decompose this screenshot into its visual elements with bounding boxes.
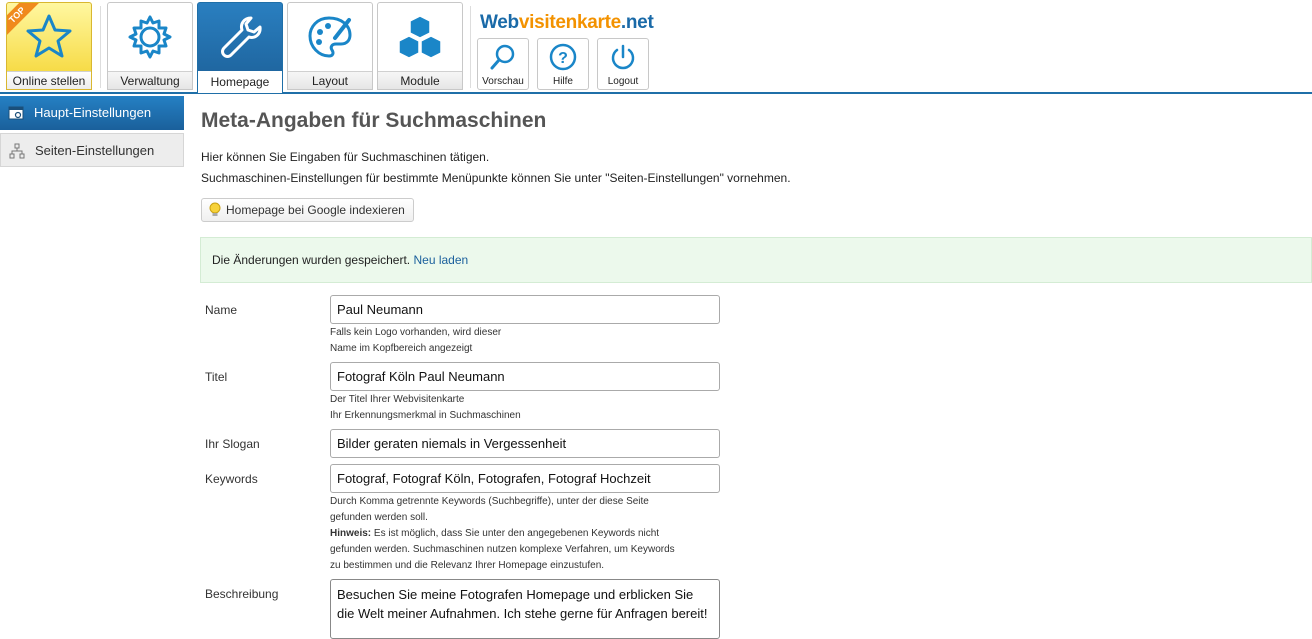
tab-label: Online stellen <box>7 71 91 89</box>
keywords-label: Keywords <box>205 472 258 486</box>
help-icon: ? <box>548 42 578 72</box>
slogan-label: Ihr Slogan <box>205 437 260 451</box>
title-label: Titel <box>205 370 228 384</box>
reload-link[interactable]: Neu laden <box>413 253 468 267</box>
intro-text-2: Suchmaschinen-Einstellungen für bestimmt… <box>201 171 791 185</box>
tab-module[interactable]: Module <box>377 2 463 90</box>
sidebar-item-haupt-einstellungen[interactable]: Haupt-Einstellungen <box>0 96 184 130</box>
success-message: Die Änderungen wurden gespeichert. Neu l… <box>200 237 1312 283</box>
tab-label: Homepage <box>198 71 282 93</box>
brand-logo[interactable]: Webvisitenkarte.net <box>480 12 654 34</box>
sidebar-item-label: Haupt-Einstellungen <box>34 105 152 120</box>
divider <box>100 6 101 88</box>
svg-text:?: ? <box>558 50 568 67</box>
success-text: Die Änderungen wurden gespeichert. <box>212 253 411 267</box>
slogan-input[interactable] <box>330 429 720 458</box>
title-hint: Der Titel Ihrer Webvisitenkarte Ihr Erke… <box>330 394 521 421</box>
logout-button[interactable]: Logout <box>597 38 649 90</box>
logout-label: Logout <box>607 76 639 87</box>
star-icon <box>23 11 75 63</box>
description-label: Beschreibung <box>205 587 279 601</box>
cubes-icon <box>394 11 446 63</box>
power-icon <box>608 42 638 72</box>
lightbulb-icon <box>209 202 221 216</box>
palette-icon <box>304 11 356 63</box>
gear-icon <box>124 11 176 63</box>
sidebar: Haupt-Einstellungen Seiten-Einstellungen <box>0 96 184 170</box>
divider <box>470 6 471 88</box>
google-index-button[interactable]: Homepage bei Google indexieren <box>201 198 414 222</box>
name-input[interactable] <box>330 295 720 324</box>
name-label: Name <box>205 303 238 317</box>
name-hint: Falls kein Logo vorhanden, wird dieser N… <box>330 327 502 354</box>
help-button[interactable]: ? Hilfe <box>537 38 589 90</box>
tab-homepage[interactable]: Homepage <box>197 2 283 94</box>
intro-text: Hier können Sie Eingaben für Suchmaschin… <box>201 150 490 164</box>
description-textarea[interactable]: Besuchen Sie meine Fotografen Homepage u… <box>330 579 720 639</box>
tab-online-stellen[interactable]: TOP Online stellen <box>6 2 92 90</box>
tab-label: Verwaltung <box>108 71 192 89</box>
keywords-hint: Durch Komma getrennte Keywords (Suchbegr… <box>330 496 675 571</box>
tab-label: Module <box>378 71 462 89</box>
help-label: Hilfe <box>552 76 573 87</box>
magnifier-icon <box>488 42 518 72</box>
title-input[interactable] <box>330 362 720 391</box>
tab-layout[interactable]: Layout <box>287 2 373 90</box>
keywords-input[interactable] <box>330 464 720 493</box>
top-toolbar: TOP Online stellen Verwaltung Homepage L… <box>0 0 1312 94</box>
sitemap-icon <box>9 143 25 159</box>
tab-label: Layout <box>288 71 372 89</box>
wrench-icon <box>214 11 266 63</box>
settings-window-icon <box>8 106 24 120</box>
preview-label: Vorschau <box>482 76 524 87</box>
sidebar-item-seiten-einstellungen[interactable]: Seiten-Einstellungen <box>0 133 184 167</box>
google-index-label: Homepage bei Google indexieren <box>226 203 405 217</box>
preview-button[interactable]: Vorschau <box>477 38 529 90</box>
sidebar-item-label: Seiten-Einstellungen <box>35 143 155 158</box>
tab-verwaltung[interactable]: Verwaltung <box>107 2 193 90</box>
page-title: Meta-Angaben für Suchmaschinen <box>201 109 547 132</box>
